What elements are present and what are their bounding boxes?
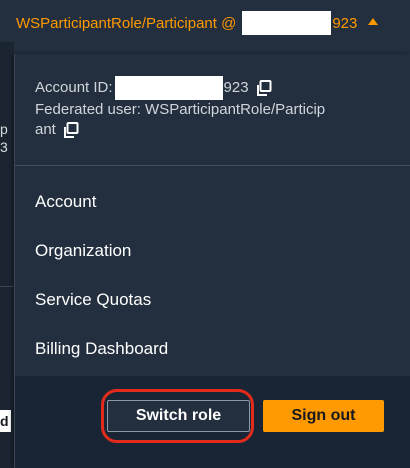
- dropdown-footer: Switch role Sign out: [15, 376, 410, 468]
- account-menu-trigger[interactable]: WSParticipantRole/Participant @ 923: [16, 11, 379, 35]
- menu-item-account[interactable]: Account: [35, 178, 168, 227]
- copy-icon[interactable]: [63, 122, 79, 138]
- menu-item-billing-dashboard[interactable]: Billing Dashboard: [35, 325, 168, 374]
- menu-item-service-quotas[interactable]: Service Quotas: [35, 276, 168, 325]
- redacted-account-id: [114, 76, 223, 100]
- federated-user-line: Federated user: WSParticipantRole/Partic…: [35, 100, 395, 120]
- caret-up-icon: [368, 18, 379, 25]
- account-id-suffix: 923: [332, 14, 358, 32]
- account-dropdown-menu: Account ID: 923 Federated user: WSPartic…: [14, 54, 410, 468]
- sign-out-button[interactable]: Sign out: [263, 400, 384, 432]
- account-id-suffix: 923: [223, 79, 249, 96]
- divider: [15, 165, 410, 166]
- account-id-line: Account ID: 923: [35, 76, 395, 100]
- redacted-account-id: [242, 11, 332, 35]
- federated-user-line: ant: [35, 120, 395, 140]
- switch-role-button[interactable]: Switch role: [107, 400, 250, 432]
- federated-user-text: Federated user: WSParticipantRole/Partic…: [35, 101, 326, 118]
- background-divider: [0, 286, 14, 287]
- account-menu-label: WSParticipantRole/Participant @: [16, 14, 237, 32]
- menu-item-organization[interactable]: Organization: [35, 227, 168, 276]
- account-id-label: Account ID:: [35, 79, 113, 96]
- federated-user-text: ant: [35, 121, 56, 138]
- copy-icon[interactable]: [256, 80, 272, 96]
- background-text-fragment: p: [0, 121, 8, 137]
- background-text-fragment: 3: [0, 139, 8, 155]
- account-info-section: Account ID: 923 Federated user: WSPartic…: [35, 76, 395, 140]
- background-page: [0, 42, 14, 468]
- top-nav-bar: WSParticipantRole/Participant @ 923: [0, 0, 410, 42]
- account-menu-list: Account Organization Service Quotas Bill…: [35, 178, 168, 374]
- background-text-fragment: d: [0, 410, 11, 432]
